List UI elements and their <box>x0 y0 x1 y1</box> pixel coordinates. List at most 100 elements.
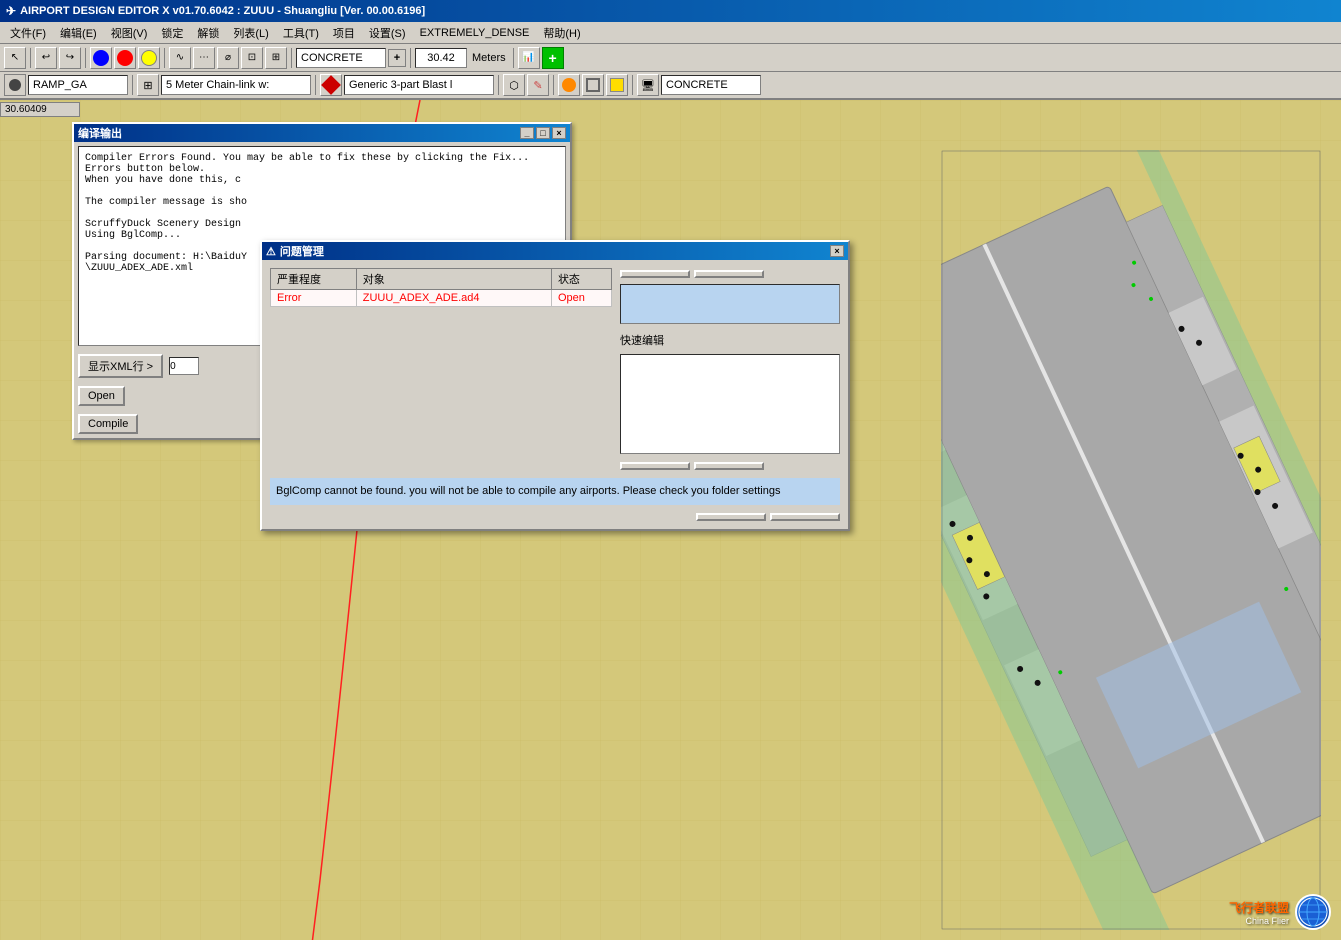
chart-btn[interactable]: 📊 <box>518 47 540 69</box>
right-btn-row1 <box>620 270 840 278</box>
menu-unlock[interactable]: 解锁 <box>191 23 225 43</box>
compiler-output-titlebar: 编译输出 _ □ × <box>74 124 570 142</box>
chain-dropdown[interactable]: 5 Meter Chain-link w: <box>161 75 311 95</box>
ramp-icon[interactable] <box>4 74 26 96</box>
menu-edit[interactable]: 编辑(E) <box>54 23 103 43</box>
sep9 <box>498 75 499 95</box>
compiler-minimize-btn[interactable]: _ <box>520 127 534 139</box>
value-input[interactable] <box>415 48 467 68</box>
issue-bottom-btns <box>262 513 848 529</box>
col-severity: 严重程度 <box>271 269 357 290</box>
issue-text-field <box>620 284 840 324</box>
issue-manager-right-panel: 快速编辑 <box>620 268 840 470</box>
show-xml-btn[interactable]: 显示XML行 > <box>78 354 163 378</box>
issue-table: 严重程度 对象 状态 Error ZUUU_ADEX_ADE.ad4 Open <box>270 268 612 307</box>
issue-manager-titlebar: ⚠ 问题管理 × <box>262 242 848 260</box>
orange-circle-btn[interactable] <box>558 74 580 96</box>
issue-error-message: BglComp cannot be found. you will not be… <box>270 478 840 505</box>
blue-circle-btn[interactable] <box>90 47 112 69</box>
menu-file[interactable]: 文件(F) <box>4 23 52 43</box>
compiler-line2: Errors button below. <box>85 164 559 175</box>
compiler-line5: ScruffyDuck Scenery Design <box>85 219 559 230</box>
blue-circle-icon <box>93 50 109 66</box>
menu-view[interactable]: 视图(V) <box>105 23 154 43</box>
yellow-circle-btn[interactable] <box>138 47 160 69</box>
issue-btn2[interactable] <box>694 270 764 278</box>
quick-edit-area[interactable] <box>620 354 840 454</box>
watermark: 飞行者联盟 China Flier <box>1229 894 1331 930</box>
tool-btn1[interactable]: ∿ <box>169 47 191 69</box>
title-bar: ✈ AIRPORT DESIGN EDITOR X v01.70.6042 : … <box>0 0 1341 22</box>
yellow-circle-icon <box>141 50 157 66</box>
issue-manager-close-btn[interactable]: × <box>830 245 844 257</box>
orange-circle-icon <box>562 78 576 92</box>
tool-btn4[interactable]: ⊡ <box>241 47 263 69</box>
tool-btn2[interactable]: ⋯ <box>193 47 215 69</box>
app-icon: ✈ <box>6 4 16 18</box>
sep2 <box>85 48 86 68</box>
ramp-circle-icon <box>9 79 21 91</box>
yellow-sq-btn[interactable] <box>606 74 628 96</box>
menu-list[interactable]: 列表(L) <box>227 23 274 43</box>
issue-bottom-btn2[interactable] <box>770 513 840 521</box>
concrete-dropdown2[interactable]: CONCRETE <box>661 75 761 95</box>
issue-btn3[interactable] <box>620 462 690 470</box>
compile-btn[interactable]: Compile <box>78 414 138 434</box>
row-status: Open <box>551 290 611 307</box>
undo-btn[interactable]: ↩ <box>35 47 57 69</box>
xml-line-input[interactable] <box>169 357 199 375</box>
sep3 <box>164 48 165 68</box>
issue-manager-title: 问题管理 <box>280 243 324 259</box>
tool-btn5[interactable]: ⊞ <box>265 47 287 69</box>
sep1 <box>30 48 31 68</box>
menu-settings[interactable]: 设置(S) <box>363 23 412 43</box>
sep6 <box>513 48 514 68</box>
diamond-icon <box>321 75 341 95</box>
coord-display: 30.60409 <box>0 102 80 117</box>
menu-tools[interactable]: 工具(T) <box>277 23 325 43</box>
ramp-dropdown[interactable]: RAMP_GA <box>28 75 128 95</box>
menu-project[interactable]: 项目 <box>327 23 361 43</box>
table-row[interactable]: Error ZUUU_ADEX_ADE.ad4 Open <box>271 290 612 307</box>
app-title: AIRPORT DESIGN EDITOR X v01.70.6042 : ZU… <box>20 5 425 17</box>
issue-manager-icon: ⚠ <box>266 245 276 258</box>
col-object: 对象 <box>356 269 551 290</box>
concrete-dropdown1[interactable]: CONCRETE <box>296 48 386 68</box>
compiler-line3: When you have done this, c <box>85 175 559 186</box>
tool-btn3[interactable]: ⌀ <box>217 47 239 69</box>
plus-btn[interactable]: + <box>388 49 406 67</box>
sep8 <box>315 75 316 95</box>
row-object: ZUUU_ADEX_ADE.ad4 <box>356 290 551 307</box>
menu-density[interactable]: EXTREMELY_DENSE <box>414 25 536 41</box>
menu-lock[interactable]: 锁定 <box>155 23 189 43</box>
blast-dropdown[interactable]: Generic 3-part Blast l <box>344 75 494 95</box>
monitor-btn[interactable]: 🖥 <box>637 74 659 96</box>
pen-btn[interactable]: ✎ <box>527 74 549 96</box>
main-area: 30.60409 <box>0 100 1341 940</box>
red-circle-btn[interactable] <box>114 47 136 69</box>
compiler-output-title: 编译输出 <box>78 125 122 141</box>
yellow-square-icon <box>610 78 624 92</box>
redo-btn[interactable]: ↪ <box>59 47 81 69</box>
square-outline-btn[interactable] <box>582 74 604 96</box>
menu-help[interactable]: 帮助(H) <box>537 23 586 43</box>
issue-btn4[interactable] <box>694 462 764 470</box>
issue-bottom-btn1[interactable] <box>696 513 766 521</box>
watermark-globe-icon <box>1295 894 1331 930</box>
open-btn[interactable]: Open <box>78 386 125 406</box>
grid-btn[interactable]: ⊞ <box>137 74 159 96</box>
issue-btn1[interactable] <box>620 270 690 278</box>
add-btn[interactable]: + <box>542 47 564 69</box>
toolbar1: ↖ ↩ ↪ ∿ ⋯ ⌀ ⊡ ⊞ CONCRETE + Meters 📊 + <box>0 44 1341 72</box>
watermark-site: 飞行者联盟 <box>1229 899 1289 916</box>
menu-bar: 文件(F) 编辑(E) 视图(V) 锁定 解锁 列表(L) 工具(T) 项目 设… <box>0 22 1341 44</box>
compiler-restore-btn[interactable]: □ <box>536 127 550 139</box>
polygon-btn[interactable]: ⬡ <box>503 74 525 96</box>
compiler-close-btn[interactable]: × <box>552 127 566 139</box>
diamond-btn[interactable] <box>320 74 342 96</box>
sep4 <box>291 48 292 68</box>
compiler-line1: Compiler Errors Found. You may be able t… <box>85 153 559 164</box>
sep10 <box>553 75 554 95</box>
airport-map <box>941 150 1321 930</box>
pointer-tool-btn[interactable]: ↖ <box>4 47 26 69</box>
